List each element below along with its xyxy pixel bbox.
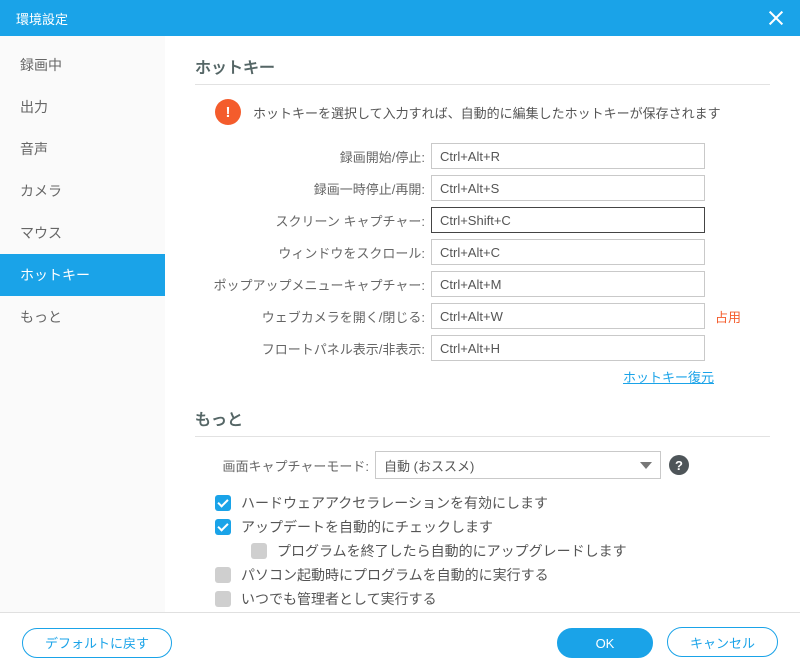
checkbox[interactable] (215, 519, 231, 535)
divider (195, 436, 770, 437)
checkbox[interactable] (251, 543, 267, 559)
hotkey-restore: ホットキー復元 (195, 367, 714, 386)
checkbox-row: アップデートを自動的にチェックします (215, 517, 770, 537)
hotkey-field: 録画一時停止/再開: (195, 175, 770, 201)
hotkey-restore-link[interactable]: ホットキー復元 (623, 370, 714, 385)
hotkey-input[interactable] (431, 207, 705, 233)
checkbox-row: ハードウェアアクセラレーションを有効にします (215, 493, 770, 513)
ok-button[interactable]: OK (557, 628, 654, 658)
sidebar-item-3[interactable]: カメラ (0, 170, 165, 212)
occupied-badge: 占用 (715, 307, 741, 326)
hotkey-input[interactable] (431, 239, 705, 265)
hotkey-input[interactable] (431, 335, 705, 361)
close-icon[interactable] (768, 10, 784, 26)
capture-mode-row: 画面キャプチャーモード: 自動 (おススメ) ? (195, 451, 770, 479)
hotkey-warning: ! ホットキーを選択して入力すれば、自動的に編集したホットキーが保存されます (215, 99, 770, 125)
titlebar: 環境設定 (0, 0, 800, 36)
checkbox-label: アップデートを自動的にチェックします (241, 517, 493, 537)
capture-mode-select[interactable]: 自動 (おススメ) (375, 451, 661, 479)
more-heading: もっと (195, 406, 770, 430)
sidebar: 録画中出力音声カメラマウスホットキーもっと (0, 36, 165, 612)
chevron-down-icon (640, 462, 652, 469)
checkbox[interactable] (215, 567, 231, 583)
checkbox-label: パソコン起動時にプログラムを自動的に実行する (241, 565, 549, 585)
cancel-button[interactable]: キャンセル (667, 627, 778, 657)
capture-mode-value: 自動 (おススメ) (384, 456, 474, 475)
hotkey-field: スクリーン キャプチャー: (195, 207, 770, 233)
warning-icon: ! (215, 99, 241, 125)
sidebar-item-6[interactable]: もっと (0, 296, 165, 338)
footer: デフォルトに戻す OK キャンセル (0, 612, 800, 672)
hotkey-label: 録画一時停止/再開: (195, 179, 431, 198)
sidebar-item-0[interactable]: 録画中 (0, 44, 165, 86)
hotkey-field: 録画開始/停止: (195, 143, 770, 169)
checkbox-label: いつでも管理者として実行する (241, 589, 437, 609)
sidebar-item-1[interactable]: 出力 (0, 86, 165, 128)
hotkey-field: ウィンドウをスクロール: (195, 239, 770, 265)
hotkey-label: ポップアップメニューキャプチャー: (195, 275, 431, 294)
hotkey-label: フロートパネル表示/非表示: (195, 339, 431, 358)
hotkey-input[interactable] (431, 303, 705, 329)
capture-mode-label: 画面キャプチャーモード: (195, 456, 375, 475)
checkbox[interactable] (215, 495, 231, 511)
hotkey-label: 録画開始/停止: (195, 147, 431, 166)
hotkey-input[interactable] (431, 143, 705, 169)
hotkey-heading: ホットキー (195, 54, 770, 78)
checkbox[interactable] (215, 591, 231, 607)
divider (195, 84, 770, 85)
hotkey-field: フロートパネル表示/非表示: (195, 335, 770, 361)
hotkey-input[interactable] (431, 175, 705, 201)
hotkey-field: ポップアップメニューキャプチャー: (195, 271, 770, 297)
content-pane: ホットキー ! ホットキーを選択して入力すれば、自動的に編集したホットキーが保存… (165, 36, 800, 612)
hotkey-label: ウィンドウをスクロール: (195, 243, 431, 262)
hotkey-label: スクリーン キャプチャー: (195, 211, 431, 230)
hotkey-warning-text: ホットキーを選択して入力すれば、自動的に編集したホットキーが保存されます (253, 103, 721, 122)
checkbox-label: プログラムを終了したら自動的にアップグレードします (277, 541, 627, 561)
checkbox-row: パソコン起動時にプログラムを自動的に実行する (215, 565, 770, 585)
hotkey-field: ウェブカメラを開く/閉じる: 占用 (195, 303, 770, 329)
sidebar-item-4[interactable]: マウス (0, 212, 165, 254)
sidebar-item-5[interactable]: ホットキー (0, 254, 165, 296)
default-button[interactable]: デフォルトに戻す (22, 628, 172, 658)
window-title: 環境設定 (16, 9, 68, 28)
sidebar-item-2[interactable]: 音声 (0, 128, 165, 170)
help-icon[interactable]: ? (669, 455, 689, 475)
dialog-body: 録画中出力音声カメラマウスホットキーもっと ホットキー ! ホットキーを選択して… (0, 36, 800, 612)
hotkey-label: ウェブカメラを開く/閉じる: (195, 307, 431, 326)
hotkey-input[interactable] (431, 271, 705, 297)
checkbox-row: プログラムを終了したら自動的にアップグレードします (251, 541, 770, 561)
checkbox-label: ハードウェアアクセラレーションを有効にします (241, 493, 548, 513)
checkbox-row: いつでも管理者として実行する (215, 589, 770, 609)
